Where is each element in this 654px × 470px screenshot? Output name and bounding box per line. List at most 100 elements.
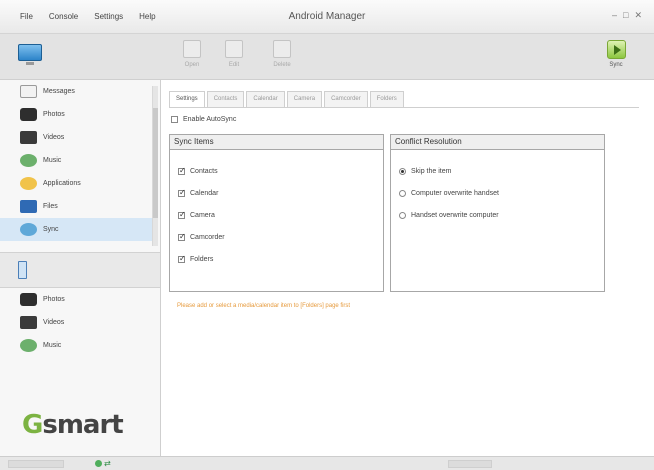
close-button[interactable]: ✕: [634, 10, 642, 21]
sync-icon: [20, 223, 37, 236]
tab-contacts[interactable]: Contacts: [206, 91, 245, 107]
status-field: [8, 460, 64, 468]
edit-button[interactable]: Edit: [220, 40, 248, 76]
sync-button[interactable]: Sync: [601, 40, 631, 76]
sidebar-item-label: Videos: [43, 319, 65, 326]
camera-icon: [20, 108, 37, 121]
sync-items-panel: Sync Items Contacts Calendar Camera Camc…: [169, 134, 384, 292]
open-icon: [183, 40, 201, 58]
device-item-photos[interactable]: Photos: [0, 288, 152, 311]
folder-icon: [20, 200, 37, 213]
hint-text: Please add or select a media/calendar it…: [177, 303, 351, 309]
sync-button-label: Sync: [609, 62, 623, 68]
conflict-option-computer-wins[interactable]: Computer overwrite handset: [399, 182, 596, 204]
messages-icon: [20, 85, 37, 98]
device-header: [0, 252, 160, 288]
sidebar-item-label: Videos: [43, 134, 65, 141]
status-bar: ⇄: [0, 456, 654, 470]
music-icon: [20, 154, 37, 167]
connection-glyph: ⇄: [104, 459, 111, 468]
sidebar-item-label: Files: [43, 203, 58, 210]
sync-items-header: Sync Items: [170, 135, 383, 150]
delete-icon: [273, 40, 291, 58]
sync-icon: [606, 40, 626, 59]
conflict-option-label: Computer overwrite handset: [411, 189, 499, 197]
main-panel: Settings Contacts Calendar Camera Camcor…: [161, 80, 654, 456]
video-camera-icon: [20, 316, 37, 329]
sidebar-item-label: Music: [43, 157, 62, 164]
sync-item-checkbox[interactable]: [178, 166, 186, 175]
conflict-radio[interactable]: [399, 189, 406, 197]
tab-settings[interactable]: Settings: [169, 91, 205, 108]
sync-item-camera[interactable]: Camera: [178, 204, 375, 226]
sync-item-checkbox[interactable]: [178, 210, 186, 219]
enable-autosync-checkbox[interactable]: [171, 116, 178, 123]
enable-autosync-row[interactable]: Enable AutoSync: [171, 116, 236, 123]
delete-button[interactable]: Delete: [268, 40, 296, 76]
computer-icon: [18, 44, 42, 65]
scrollbar-thumb[interactable]: [153, 108, 158, 218]
delete-button-label: Delete: [273, 62, 291, 68]
conflict-radio[interactable]: [399, 211, 406, 219]
applications-icon: [20, 177, 37, 190]
tab-camera[interactable]: Camera: [286, 91, 323, 107]
video-camera-icon: [20, 131, 37, 144]
sidebar-item-applications[interactable]: Applications: [0, 172, 152, 195]
window-controls: – □ ✕: [612, 10, 642, 21]
conflict-option-handset-wins[interactable]: Handset overwrite computer: [399, 204, 596, 226]
edit-button-label: Edit: [228, 62, 240, 68]
sidebar-item-label: Photos: [43, 296, 65, 303]
sidebar-item-label: Messages: [43, 88, 75, 95]
gsmart-logo: Gsmart: [22, 410, 124, 440]
tab-calendar[interactable]: Calendar: [246, 91, 285, 107]
conflict-option-label: Skip the item: [411, 167, 452, 175]
conflict-radio[interactable]: [399, 167, 406, 175]
sync-item-checkbox[interactable]: [178, 188, 186, 197]
connected-icon: [95, 460, 102, 467]
sync-item-label: Camcorder: [190, 233, 225, 241]
open-button[interactable]: Open: [178, 40, 206, 76]
conflict-option-skip[interactable]: Skip the item: [399, 160, 596, 182]
sidebar-item-files[interactable]: Files: [0, 195, 152, 218]
sidebar-item-photos[interactable]: Photos: [0, 103, 152, 126]
sidebar-item-sync[interactable]: Sync: [0, 218, 152, 241]
tab-bar: Settings Contacts Calendar Camera Camcor…: [169, 91, 406, 108]
sync-item-checkbox[interactable]: [178, 254, 186, 263]
toolbar: Open Edit Delete Sync: [0, 34, 654, 80]
sidebar-scrollbar[interactable]: [152, 86, 158, 246]
sidebar-item-label: Sync: [43, 226, 59, 233]
sidebar-item-label: Music: [43, 342, 62, 349]
sidebar-item-videos[interactable]: Videos: [0, 126, 152, 149]
device-item-videos[interactable]: Videos: [0, 311, 152, 334]
camera-icon: [20, 293, 37, 306]
sync-item-label: Folders: [190, 255, 214, 263]
sync-item-camcorder[interactable]: Camcorder: [178, 226, 375, 248]
sidebar-item-label: Applications: [43, 180, 81, 187]
sync-item-label: Contacts: [190, 167, 218, 175]
edit-icon: [225, 40, 243, 58]
conflict-option-label: Handset overwrite computer: [411, 211, 499, 219]
sidebar-item-music[interactable]: Music: [0, 149, 152, 172]
conflict-resolution-header: Conflict Resolution: [391, 135, 604, 150]
sync-item-contacts[interactable]: Contacts: [178, 160, 375, 182]
device-nav: Photos Videos Music: [0, 288, 152, 357]
computer-nav: Messages Photos Videos Music Application…: [0, 80, 152, 241]
tab-folders[interactable]: Folders: [369, 91, 404, 107]
device-item-music[interactable]: Music: [0, 334, 152, 357]
enable-autosync-label: Enable AutoSync: [183, 116, 237, 123]
connection-status: ⇄: [95, 459, 111, 468]
maximize-button[interactable]: □: [623, 10, 628, 21]
tab-camcorder[interactable]: Camcorder: [324, 91, 368, 107]
music-icon: [20, 339, 37, 352]
sync-item-label: Calendar: [190, 189, 219, 197]
sync-item-calendar[interactable]: Calendar: [178, 182, 375, 204]
minimize-button[interactable]: –: [612, 10, 617, 21]
sync-item-folders[interactable]: Folders: [178, 248, 375, 270]
window-title: Android Manager: [288, 11, 366, 22]
sidebar-item-messages[interactable]: Messages: [0, 80, 152, 103]
title-bar: File Console Settings Help Android Manag…: [0, 0, 654, 34]
sidebar-item-label: Photos: [43, 111, 65, 118]
sync-item-checkbox[interactable]: [178, 232, 186, 241]
status-field-right: [448, 460, 492, 468]
sidebar: Messages Photos Videos Music Application…: [0, 80, 161, 456]
